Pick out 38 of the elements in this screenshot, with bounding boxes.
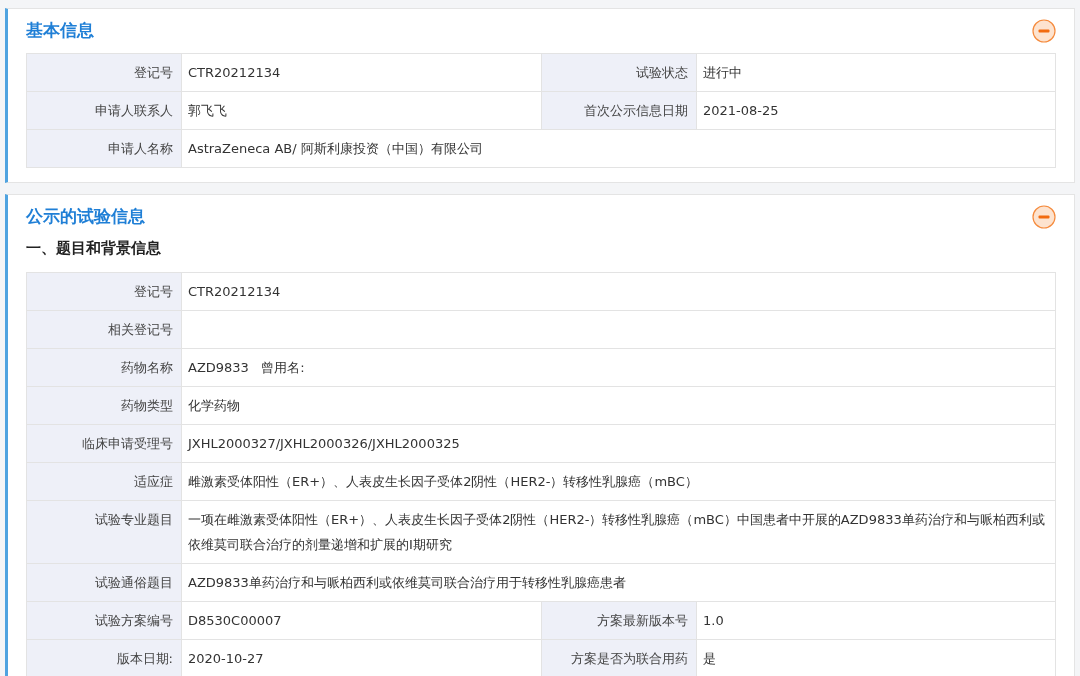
field-label: 药物名称 [27,348,182,386]
field-value: D8530C00007 [188,611,283,630]
field-value: 2020-10-27 [188,649,265,668]
field-value: 郭飞飞 [188,102,228,120]
field-value: 一项在雌激素受体阳性（ER+）、人表皮生长因子受体2阴性（HER2-）转移性乳腺癌（mBC）中国患者中开展的AZD9833单药治疗和与哌柏西利或依维莫司联合治疗的剂量递增和扩展的I期研究 [188,510,1046,554]
collapse-icon[interactable] [1032,205,1056,229]
field-label: 方案是否为联合用药 [542,639,697,676]
field-value: 1.0 [703,611,725,630]
subsection-title: 一、题目和背景信息 [26,238,162,259]
field-value: AZD9833单药治疗和与哌柏西利或依维莫司联合治疗用于转移性乳腺癌患者 [188,573,627,592]
section-title: 公示的试验信息 [26,205,145,229]
field-label: 登记号 [27,54,182,91]
collapse-icon[interactable] [1032,19,1056,43]
field-label: 申请人名称 [27,130,182,167]
field-label: 版本日期: [27,639,182,676]
field-value: 2021-08-25 [703,102,780,120]
field-label: 首次公示信息日期 [542,92,697,129]
field-label: 试验方案编号 [27,601,182,639]
field-value: 化学药物 [188,396,241,415]
field-label: 方案最新版本号 [542,601,697,639]
field-value: 是 [703,649,717,668]
field-label: 试验通俗题目 [27,563,182,601]
field-value: CTR20212134 [188,282,282,301]
field-value: 进行中 [703,64,743,82]
field-label: 药物类型 [27,386,182,424]
field-value: 雌激素受体阳性（ER+）、人表皮生长因子受体2阴性（HER2-）转移性乳腺癌（mBC） [188,472,699,491]
field-label: 登记号 [27,272,182,310]
field-value: JXHL2000327/JXHL2000326/JXHL2000325 [188,434,461,453]
field-label: 临床申请受理号 [27,424,182,462]
field-value: AstraZeneca AB/ 阿斯利康投资（中国）有限公司 [188,140,484,158]
field-label: 适应症 [27,462,182,500]
field-label: 试验状态 [542,54,697,91]
field-label: 相关登记号 [27,310,182,348]
section-title: 基本信息 [26,19,94,43]
field-label: 试验专业题目 [27,500,182,563]
field-label: 申请人联系人 [27,92,182,129]
field-value: AZD9833 曾用名: [188,358,306,377]
field-value: CTR20212134 [188,64,282,82]
